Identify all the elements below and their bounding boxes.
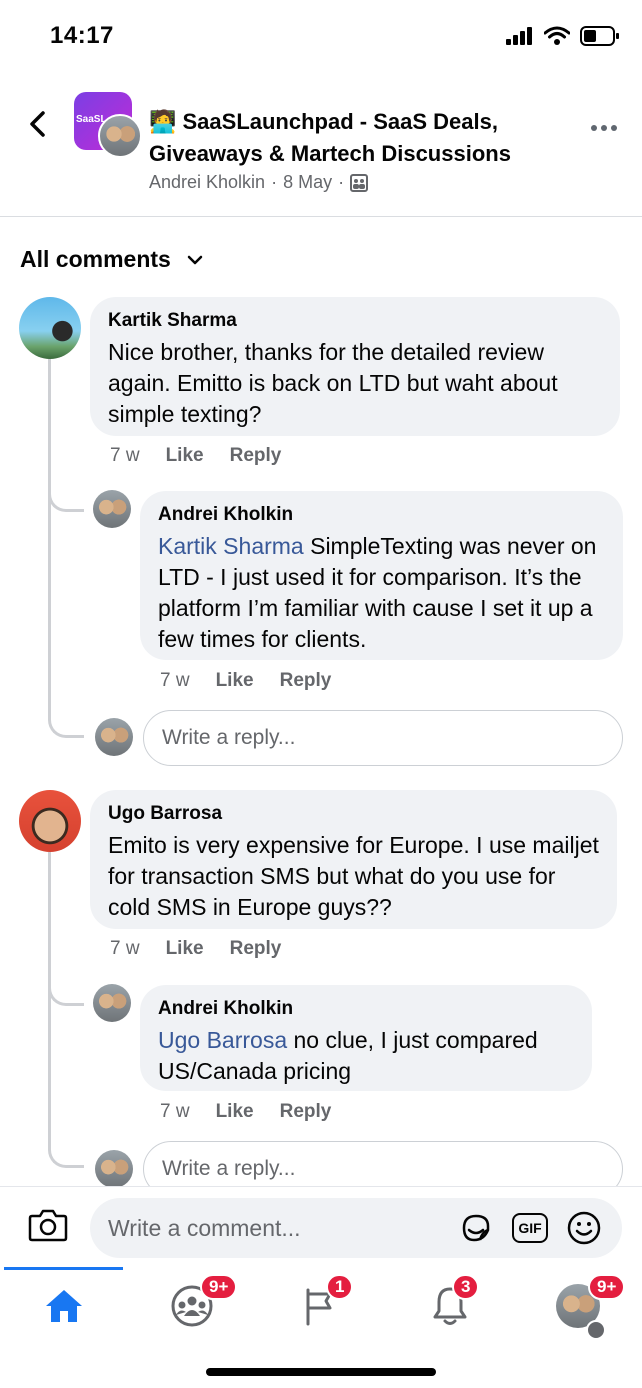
status-icons bbox=[506, 26, 620, 46]
camera-icon bbox=[28, 1209, 68, 1242]
post-meta: Andrei Kholkin · 8 May · bbox=[149, 172, 369, 193]
reply-connector bbox=[48, 698, 84, 738]
reply-time[interactable]: 7 w bbox=[160, 670, 190, 692]
author-avatar[interactable] bbox=[98, 114, 142, 158]
avatar[interactable] bbox=[19, 790, 81, 852]
header-divider bbox=[0, 216, 642, 217]
comment-text: Emito is very expensive for Europe. I us… bbox=[108, 832, 599, 920]
reply-connector bbox=[48, 1128, 84, 1168]
comment-bubble[interactable]: Ugo Barrosa Emito is very expensive for … bbox=[90, 790, 617, 929]
comment-actions: 7 w Like Reply bbox=[110, 445, 281, 467]
comment-author[interactable]: Kartik Sharma bbox=[108, 309, 602, 333]
avatar[interactable] bbox=[93, 490, 131, 528]
like-button[interactable]: Like bbox=[216, 1101, 254, 1123]
mention-link[interactable]: Kartik Sharma bbox=[158, 533, 304, 559]
comment-sort-button[interactable]: All comments bbox=[20, 246, 203, 273]
camera-button[interactable] bbox=[28, 1208, 68, 1247]
wifi-icon bbox=[544, 26, 570, 45]
post-author[interactable]: Andrei Kholkin bbox=[149, 172, 265, 193]
more-options-button[interactable] bbox=[590, 112, 618, 138]
meta-separator: · bbox=[271, 172, 278, 192]
post-date: 8 May bbox=[283, 172, 333, 192]
avatar bbox=[95, 718, 133, 756]
comment-time[interactable]: 7 w bbox=[110, 938, 140, 960]
comment-input-placeholder: Write a comment... bbox=[108, 1214, 301, 1241]
menu-badge: 9+ bbox=[588, 1274, 626, 1300]
like-button[interactable]: Like bbox=[166, 445, 204, 467]
reply-button[interactable]: Reply bbox=[280, 1101, 332, 1123]
home-indicator bbox=[206, 1368, 436, 1376]
menu-overflow-icon bbox=[586, 1320, 606, 1340]
reply-input-placeholder: Write a reply... bbox=[162, 726, 296, 749]
comment-text: Nice brother, thanks for the detailed re… bbox=[108, 339, 558, 427]
notifications-badge: 3 bbox=[452, 1274, 480, 1300]
reply-button[interactable]: Reply bbox=[280, 670, 332, 692]
tab-home[interactable] bbox=[24, 1276, 104, 1336]
tab-pages[interactable]: 1 bbox=[280, 1274, 360, 1336]
reply-bubble[interactable]: Andrei Kholkin Kartik Sharma SimpleTexti… bbox=[140, 491, 623, 660]
reply-bubble[interactable]: Andrei Kholkin Ugo Barrosa no clue, I ju… bbox=[140, 985, 592, 1091]
reply-time[interactable]: 7 w bbox=[160, 1101, 190, 1123]
post-title[interactable]: 🧑‍💻 SaaSLaunchpad - SaaS Deals, Giveaway… bbox=[149, 106, 549, 170]
reply-author[interactable]: Andrei Kholkin bbox=[158, 503, 605, 527]
reply-connector bbox=[48, 472, 84, 512]
comment-author[interactable]: Ugo Barrosa bbox=[108, 802, 599, 826]
reply-actions: 7 w Like Reply bbox=[160, 670, 331, 692]
reply-actions: 7 w Like Reply bbox=[160, 1101, 331, 1123]
comment-sort-label: All comments bbox=[20, 246, 171, 272]
reply-text: Kartik Sharma SimpleTexting was never on… bbox=[158, 531, 605, 655]
avatar[interactable] bbox=[19, 297, 81, 359]
comment-bubble[interactable]: Kartik Sharma Nice brother, thanks for t… bbox=[90, 297, 620, 436]
group-privacy-icon bbox=[350, 173, 369, 192]
back-button[interactable] bbox=[22, 104, 52, 144]
avatar[interactable] bbox=[93, 984, 131, 1022]
groups-badge: 9+ bbox=[200, 1274, 238, 1300]
meta-separator: · bbox=[338, 172, 345, 192]
like-button[interactable]: Like bbox=[166, 938, 204, 960]
status-time: 14:17 bbox=[50, 22, 114, 49]
thread-line bbox=[48, 358, 51, 698]
reply-button[interactable]: Reply bbox=[230, 445, 282, 467]
cellular-signal-icon bbox=[506, 27, 532, 45]
gif-label: GIF bbox=[518, 1220, 542, 1236]
emoji-icon[interactable] bbox=[566, 1210, 602, 1246]
reply-author[interactable]: Andrei Kholkin bbox=[158, 997, 574, 1021]
tab-groups[interactable]: 9+ bbox=[152, 1274, 238, 1336]
comment-time[interactable]: 7 w bbox=[110, 445, 140, 467]
sticker-icon[interactable] bbox=[458, 1210, 494, 1246]
like-button[interactable]: Like bbox=[216, 670, 254, 692]
home-icon bbox=[46, 1290, 82, 1322]
pages-badge: 1 bbox=[326, 1274, 354, 1300]
reply-input[interactable]: Write a reply... bbox=[143, 710, 623, 766]
avatar bbox=[95, 1150, 133, 1188]
mention-link[interactable]: Ugo Barrosa bbox=[158, 1027, 287, 1053]
comment-actions: 7 w Like Reply bbox=[110, 938, 281, 960]
chevron-left-icon bbox=[30, 111, 45, 137]
reply-input-placeholder: Write a reply... bbox=[162, 1157, 296, 1180]
gif-button[interactable]: GIF bbox=[512, 1213, 548, 1243]
reply-text: Ugo Barrosa no clue, I just compared US/… bbox=[158, 1025, 574, 1087]
reply-button[interactable]: Reply bbox=[230, 938, 282, 960]
tab-notifications[interactable]: 3 bbox=[410, 1274, 490, 1336]
reply-connector bbox=[48, 966, 84, 1006]
composer-actions: GIF bbox=[458, 1210, 602, 1246]
chevron-down-icon bbox=[187, 255, 203, 264]
active-tab-indicator bbox=[4, 1267, 123, 1270]
tab-menu[interactable]: 9+ bbox=[538, 1274, 626, 1340]
battery-icon bbox=[580, 26, 619, 46]
more-dots-icon bbox=[591, 125, 617, 131]
